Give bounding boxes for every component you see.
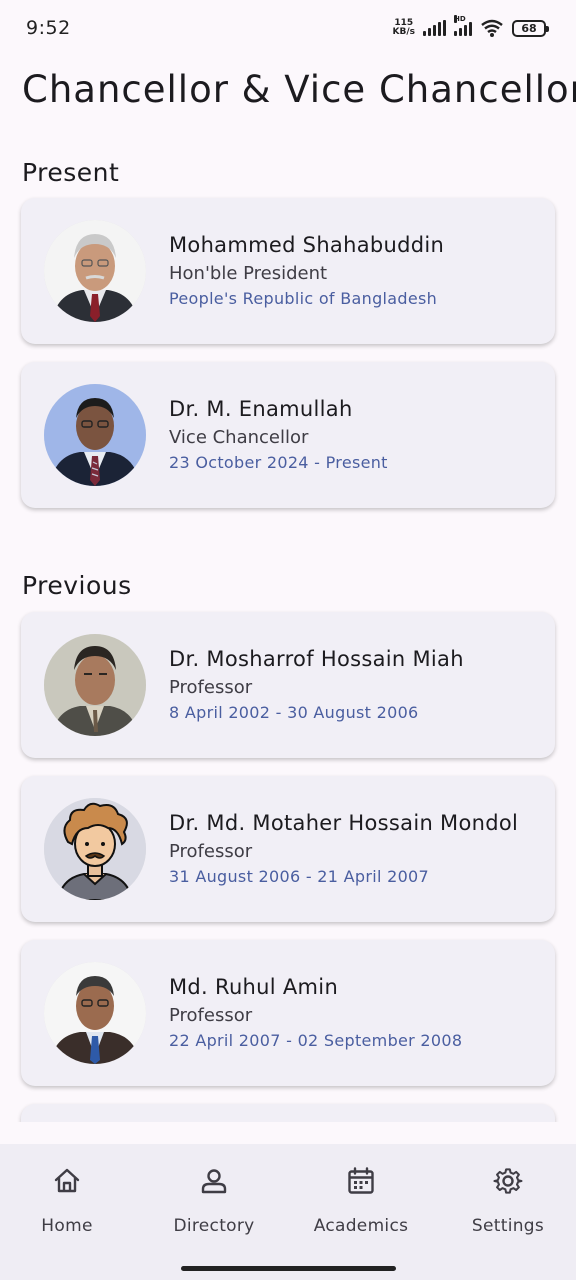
avatar — [44, 634, 146, 736]
person-card[interactable]: Mohammed Shahabuddin Hon'ble President P… — [21, 198, 555, 344]
section-title-present: Present — [22, 158, 120, 187]
nav-home-label: Home — [41, 1216, 93, 1236]
avatar — [44, 220, 146, 322]
card-text: Dr. M. Enamullah Vice Chancellor 23 Octo… — [169, 397, 388, 472]
person-role: Hon'ble President — [169, 263, 328, 284]
home-icon — [54, 1168, 80, 1193]
calendar-icon — [348, 1167, 374, 1194]
nav-academics[interactable]: Academics — [301, 1166, 421, 1236]
person-detail: 8 April 2002 - 30 August 2006 — [169, 703, 419, 722]
card-text: Md. Ruhul Amin Professor 22 April 2007 -… — [169, 975, 462, 1050]
card-text: Dr. Md. Motaher Hossain Mondol Professor… — [169, 811, 518, 886]
person-card[interactable]: Md. Ruhul Amin Professor 22 April 2007 -… — [21, 940, 555, 1086]
placeholder-avatar — [44, 798, 146, 900]
person-name: Dr. Md. Motaher Hossain Mondol — [169, 811, 519, 835]
person-role: Professor — [169, 841, 253, 862]
nav-directory-label: Directory — [173, 1216, 255, 1236]
nav-settings[interactable]: Settings — [448, 1166, 568, 1236]
person-role: Professor — [169, 1005, 253, 1026]
page-title: Chancellor & Vice Chancellors — [22, 68, 576, 111]
person-card[interactable]: Dr. Md. Motaher Hossain Mondol Professor… — [21, 776, 555, 922]
section-title-previous: Previous — [22, 571, 132, 600]
person-name: Dr. Mosharrof Hossain Miah — [169, 647, 464, 671]
person-role: Vice Chancellor — [169, 427, 309, 448]
gear-icon — [493, 1168, 523, 1194]
nav-settings-label: Settings — [471, 1216, 545, 1236]
person-detail: 22 April 2007 - 02 September 2008 — [169, 1031, 463, 1050]
person-name: Md. Ruhul Amin — [169, 975, 339, 999]
home-indicator[interactable] — [181, 1266, 396, 1271]
person-role: Professor — [169, 677, 253, 698]
avatar — [44, 384, 146, 486]
content-scroll-area[interactable]: Chancellor & Vice Chancellors Present Mo… — [0, 0, 576, 1122]
person-icon — [201, 1169, 227, 1194]
person-detail: 31 August 2006 - 21 April 2007 — [169, 867, 430, 886]
person-name: Dr. M. Enamullah — [169, 397, 353, 421]
card-text: Mohammed Shahabuddin Hon'ble President P… — [169, 233, 444, 308]
person-card[interactable]: Dr. Mosharrof Hossain Miah Professor 8 A… — [21, 612, 555, 758]
person-detail: People's Republic of Bangladesh — [169, 289, 438, 308]
person-card-partial[interactable] — [21, 1104, 555, 1122]
avatar — [44, 962, 146, 1064]
person-detail: 23 October 2024 - Present — [169, 453, 388, 472]
bottom-navigation: Home Directory Academics Settings — [0, 1144, 576, 1280]
person-card[interactable]: Dr. M. Enamullah Vice Chancellor 23 Octo… — [21, 362, 555, 508]
nav-academics-label: Academics — [313, 1216, 409, 1236]
card-text: Dr. Mosharrof Hossain Miah Professor 8 A… — [169, 647, 464, 722]
person-name: Mohammed Shahabuddin — [169, 233, 445, 257]
nav-directory[interactable]: Directory — [154, 1166, 274, 1236]
nav-home[interactable]: Home — [7, 1166, 127, 1236]
